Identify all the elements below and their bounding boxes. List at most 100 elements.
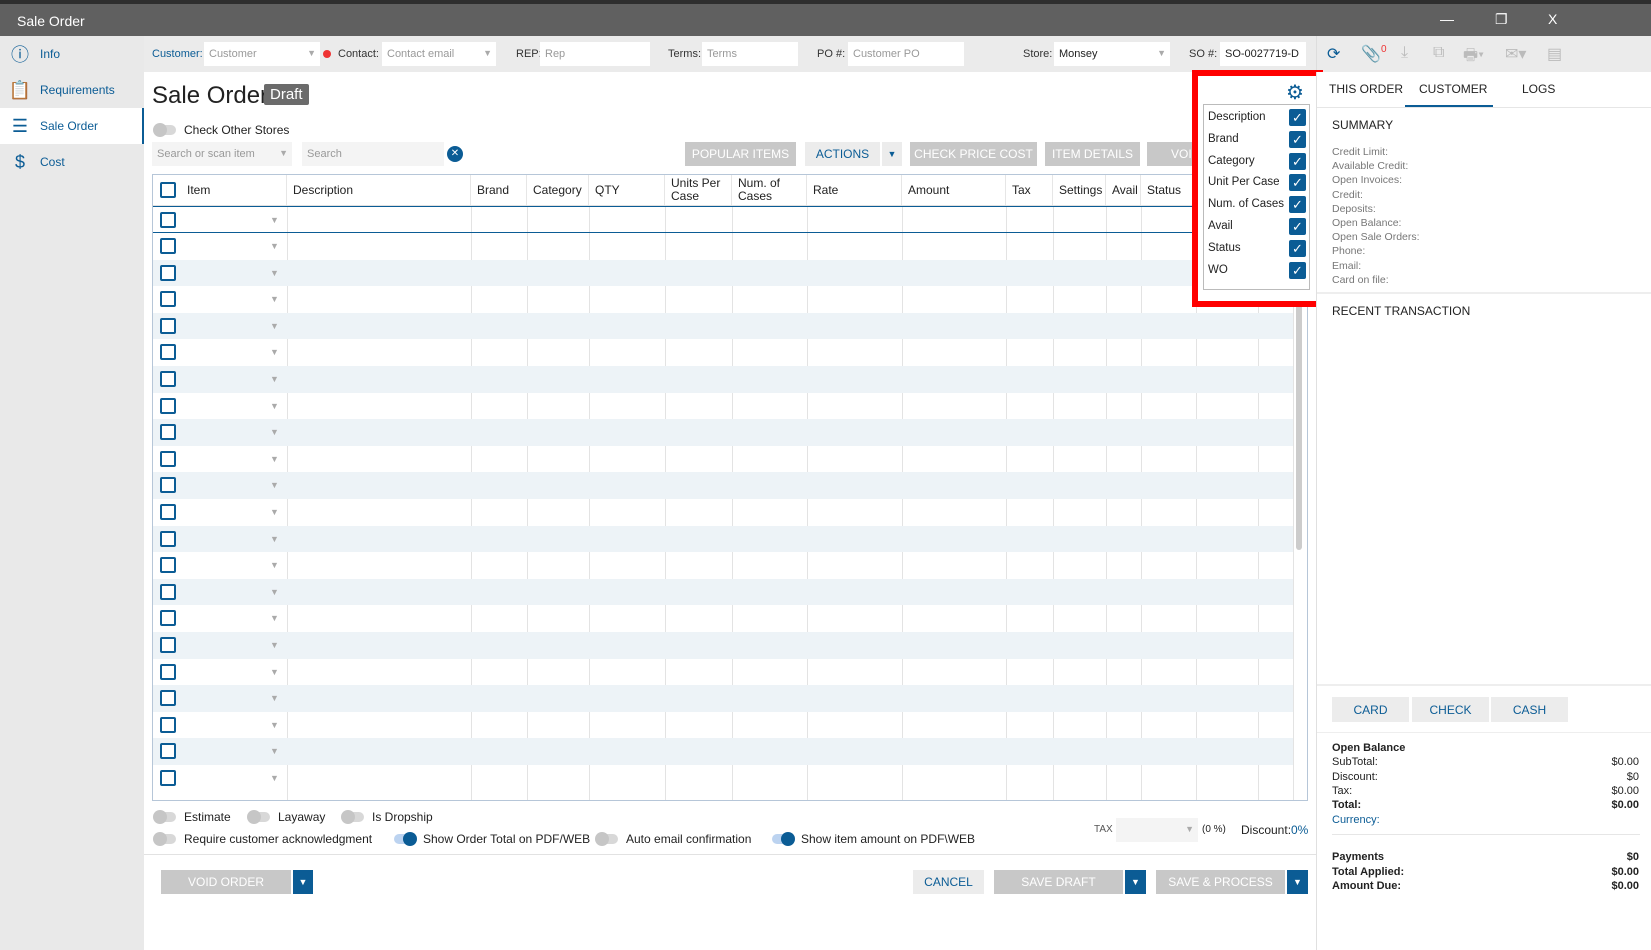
search-input[interactable]: Search	[302, 142, 444, 166]
table-row[interactable]: ▼	[153, 339, 1293, 366]
cash-button[interactable]: CASH	[1491, 697, 1568, 722]
table-row[interactable]: ▼	[153, 632, 1293, 659]
item-dropdown-icon[interactable]: ▼	[270, 613, 279, 623]
row-checkbox[interactable]	[160, 743, 176, 760]
refresh-icon[interactable]: ⟳	[1327, 44, 1340, 64]
row-checkbox[interactable]	[160, 450, 176, 467]
save-process-button[interactable]: SAVE & PROCESS	[1156, 870, 1285, 894]
check-price-cost-button[interactable]: CHECK PRICE COST	[910, 142, 1037, 166]
save-draft-dropdown-icon[interactable]: ▼	[1125, 870, 1146, 894]
column-header[interactable]: Category	[527, 175, 589, 205]
dropship-toggle[interactable]	[341, 810, 364, 824]
save-process-dropdown-icon[interactable]: ▼	[1287, 870, 1308, 894]
row-checkbox[interactable]	[160, 397, 176, 414]
restore-button[interactable]: ❐	[1495, 11, 1508, 28]
tax-select[interactable]	[1116, 818, 1198, 842]
item-details-button[interactable]: ITEM DETAILS	[1045, 142, 1140, 166]
item-dropdown-icon[interactable]: ▼	[270, 507, 279, 517]
table-row[interactable]: ▼	[153, 312, 1293, 340]
popular-items-button[interactable]: POPULAR ITEMS	[685, 142, 796, 166]
table-row[interactable]: ▼	[153, 472, 1293, 499]
row-checkbox[interactable]	[160, 663, 176, 680]
table-row[interactable]: ▼	[153, 446, 1293, 473]
table-row[interactable]: ▼	[153, 233, 1293, 260]
row-checkbox[interactable]	[160, 344, 176, 361]
table-row[interactable]: ▼	[153, 552, 1293, 579]
item-dropdown-icon[interactable]: ▼	[270, 480, 279, 490]
row-checkbox[interactable]	[160, 424, 176, 441]
document-icon[interactable]: ▤	[1547, 44, 1562, 64]
column-setting-checkbox[interactable]: ✓	[1289, 174, 1306, 192]
show-item-amount-toggle[interactable]	[772, 832, 795, 846]
column-header[interactable]: Description	[287, 175, 471, 205]
item-dropdown-icon[interactable]: ▼	[270, 454, 279, 464]
void-order-button[interactable]: VOID ORDER	[161, 870, 291, 894]
column-setting-checkbox[interactable]: ✓	[1289, 218, 1306, 235]
row-checkbox[interactable]	[160, 504, 176, 520]
column-setting-checkbox[interactable]: ✓	[1289, 261, 1306, 279]
row-checkbox[interactable]	[160, 610, 176, 627]
row-checkbox[interactable]	[160, 770, 176, 786]
table-row[interactable]: ▼	[153, 738, 1293, 765]
item-dropdown-icon[interactable]: ▼	[270, 347, 279, 357]
column-header[interactable]: QTY	[589, 175, 665, 205]
table-scrollbar[interactable]	[1296, 295, 1302, 550]
estimate-toggle[interactable]	[153, 810, 176, 824]
table-row[interactable]: ▼	[153, 393, 1293, 420]
email-icon[interactable]: ✉▾	[1505, 44, 1526, 64]
column-setting-checkbox[interactable]: ✓	[1289, 109, 1306, 126]
item-dropdown-icon[interactable]: ▼	[270, 321, 279, 331]
item-dropdown-icon[interactable]: ▼	[270, 427, 279, 437]
row-checkbox[interactable]	[160, 291, 176, 308]
currency-link[interactable]: Currency:	[1332, 814, 1380, 826]
store-select[interactable]: Monsey	[1054, 42, 1170, 66]
item-dropdown-icon[interactable]: ▼	[270, 587, 279, 597]
table-row[interactable]: ▼	[153, 259, 1293, 287]
table-row[interactable]: ▼	[153, 286, 1293, 313]
column-setting-checkbox[interactable]: ✓	[1289, 130, 1306, 148]
column-header[interactable]: Item	[181, 175, 287, 205]
require-ack-toggle[interactable]	[153, 832, 176, 846]
table-row[interactable]: ▼	[153, 765, 1293, 792]
sidebar-item-requirements[interactable]: 📋 Requirements	[0, 72, 144, 108]
row-checkbox[interactable]	[160, 238, 176, 254]
column-header[interactable]: Amount	[902, 175, 1006, 205]
item-dropdown-icon[interactable]: ▼	[270, 241, 279, 251]
table-row[interactable]: ▼	[153, 712, 1293, 739]
row-checkbox[interactable]	[160, 477, 176, 494]
cancel-button[interactable]: CANCEL	[913, 870, 984, 894]
item-dropdown-icon[interactable]: ▼	[270, 693, 279, 703]
check-button[interactable]: CHECK	[1412, 697, 1489, 722]
card-button[interactable]: CARD	[1332, 697, 1409, 722]
clear-search-icon[interactable]: ✕	[447, 146, 463, 162]
row-checkbox[interactable]	[160, 317, 176, 334]
minimize-button[interactable]: —	[1440, 11, 1454, 27]
column-header[interactable]: Settings	[1053, 175, 1106, 205]
table-row[interactable]: ▼	[153, 206, 1293, 233]
table-row[interactable]: ▼	[153, 659, 1293, 686]
tab-this-order[interactable]: THIS ORDER	[1329, 82, 1403, 96]
terms-input[interactable]: Terms	[702, 42, 798, 66]
column-header[interactable]: Status	[1141, 175, 1196, 205]
row-checkbox[interactable]	[160, 371, 176, 387]
row-checkbox[interactable]	[160, 530, 176, 547]
contact-select[interactable]: Contact email	[382, 42, 496, 66]
item-dropdown-icon[interactable]: ▼	[270, 401, 279, 411]
discount-value[interactable]: 0%	[1291, 823, 1308, 837]
tab-logs[interactable]: LOGS	[1522, 82, 1555, 96]
item-dropdown-icon[interactable]: ▼	[270, 268, 279, 278]
void-button[interactable]: VOID	[1147, 142, 1197, 166]
table-row[interactable]: ▼	[153, 419, 1293, 446]
sidebar-item-sale-order[interactable]: ☰ Sale Order	[0, 108, 144, 144]
item-search-select[interactable]: Search or scan item	[152, 142, 292, 166]
auto-email-toggle[interactable]	[595, 832, 618, 846]
tab-customer[interactable]: CUSTOMER	[1419, 82, 1487, 96]
column-setting-checkbox[interactable]: ✓	[1289, 196, 1306, 214]
row-checkbox[interactable]	[160, 716, 176, 733]
column-header[interactable]: Brand	[471, 175, 527, 205]
row-checkbox[interactable]	[160, 557, 176, 574]
actions-dropdown-icon[interactable]: ▼	[882, 142, 902, 166]
table-row[interactable]: ▼	[153, 605, 1293, 632]
column-header[interactable]: Avail	[1106, 175, 1141, 205]
close-button[interactable]: X	[1548, 11, 1557, 27]
